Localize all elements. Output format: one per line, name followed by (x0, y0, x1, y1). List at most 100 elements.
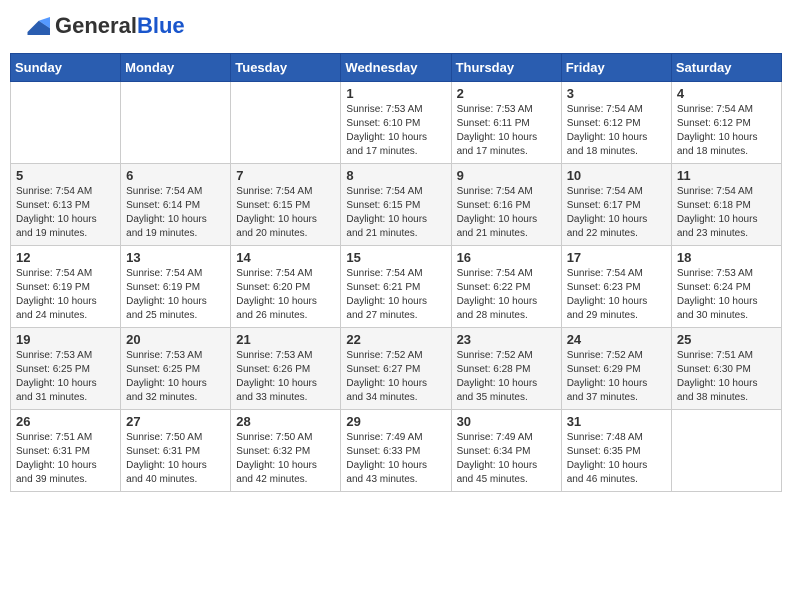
day-cell: 6 Sunrise: 7:54 AM Sunset: 6:14 PM Daylig… (121, 164, 231, 246)
day-info: Sunrise: 7:49 AM Sunset: 6:34 PM Dayligh… (457, 431, 556, 487)
day-info: Sunrise: 7:52 AM Sunset: 6:29 PM Dayligh… (567, 349, 666, 405)
day-info: Sunrise: 7:50 AM Sunset: 6:31 PM Dayligh… (126, 431, 225, 487)
day-info: Sunrise: 7:54 AM Sunset: 6:23 PM Dayligh… (567, 267, 666, 323)
day-number: 9 (457, 168, 556, 183)
day-info: Sunrise: 7:54 AM Sunset: 6:14 PM Dayligh… (126, 185, 225, 241)
day-info: Sunrise: 7:49 AM Sunset: 6:33 PM Dayligh… (346, 431, 445, 487)
day-cell: 29 Sunrise: 7:49 AM Sunset: 6:33 PM Dayli… (341, 410, 451, 492)
day-number: 8 (346, 168, 445, 183)
day-number: 10 (567, 168, 666, 183)
day-cell: 12 Sunrise: 7:54 AM Sunset: 6:19 PM Dayli… (11, 246, 121, 328)
day-number: 3 (567, 86, 666, 101)
day-number: 31 (567, 414, 666, 429)
day-number: 25 (677, 332, 776, 347)
day-number: 20 (126, 332, 225, 347)
day-cell: 20 Sunrise: 7:53 AM Sunset: 6:25 PM Dayli… (121, 328, 231, 410)
day-number: 30 (457, 414, 556, 429)
day-cell: 1 Sunrise: 7:53 AM Sunset: 6:10 PM Daylig… (341, 82, 451, 164)
weekday-header-sunday: Sunday (11, 54, 121, 82)
day-cell: 16 Sunrise: 7:54 AM Sunset: 6:22 PM Dayli… (451, 246, 561, 328)
day-number: 1 (346, 86, 445, 101)
day-info: Sunrise: 7:54 AM Sunset: 6:13 PM Dayligh… (16, 185, 115, 241)
week-row-2: 5 Sunrise: 7:54 AM Sunset: 6:13 PM Daylig… (11, 164, 782, 246)
weekday-header-tuesday: Tuesday (231, 54, 341, 82)
day-number: 29 (346, 414, 445, 429)
day-number: 27 (126, 414, 225, 429)
weekday-header-monday: Monday (121, 54, 231, 82)
day-number: 11 (677, 168, 776, 183)
day-info: Sunrise: 7:53 AM Sunset: 6:24 PM Dayligh… (677, 267, 776, 323)
day-info: Sunrise: 7:51 AM Sunset: 6:30 PM Dayligh… (677, 349, 776, 405)
day-cell (671, 410, 781, 492)
day-info: Sunrise: 7:54 AM Sunset: 6:19 PM Dayligh… (16, 267, 115, 323)
day-number: 22 (346, 332, 445, 347)
day-info: Sunrise: 7:52 AM Sunset: 6:27 PM Dayligh… (346, 349, 445, 405)
week-row-3: 12 Sunrise: 7:54 AM Sunset: 6:19 PM Dayli… (11, 246, 782, 328)
day-cell: 28 Sunrise: 7:50 AM Sunset: 6:32 PM Dayli… (231, 410, 341, 492)
day-info: Sunrise: 7:53 AM Sunset: 6:25 PM Dayligh… (126, 349, 225, 405)
day-number: 19 (16, 332, 115, 347)
logo: GeneralBlue (20, 15, 185, 38)
day-number: 7 (236, 168, 335, 183)
day-number: 13 (126, 250, 225, 265)
day-cell: 7 Sunrise: 7:54 AM Sunset: 6:15 PM Daylig… (231, 164, 341, 246)
day-cell: 25 Sunrise: 7:51 AM Sunset: 6:30 PM Dayli… (671, 328, 781, 410)
day-number: 15 (346, 250, 445, 265)
day-cell: 27 Sunrise: 7:50 AM Sunset: 6:31 PM Dayli… (121, 410, 231, 492)
day-info: Sunrise: 7:54 AM Sunset: 6:19 PM Dayligh… (126, 267, 225, 323)
day-cell: 23Sunrise: 7:52 AM Sunset: 6:28 PM Dayli… (451, 328, 561, 410)
calendar-table: SundayMondayTuesdayWednesdayThursdayFrid… (10, 53, 782, 492)
day-cell: 8 Sunrise: 7:54 AM Sunset: 6:15 PM Daylig… (341, 164, 451, 246)
day-info: Sunrise: 7:54 AM Sunset: 6:12 PM Dayligh… (567, 103, 666, 159)
day-number: 21 (236, 332, 335, 347)
week-row-4: 19 Sunrise: 7:53 AM Sunset: 6:25 PM Dayli… (11, 328, 782, 410)
day-info: Sunrise: 7:54 AM Sunset: 6:15 PM Dayligh… (346, 185, 445, 241)
day-number: 5 (16, 168, 115, 183)
day-info: Sunrise: 7:54 AM Sunset: 6:20 PM Dayligh… (236, 267, 335, 323)
day-cell: 18 Sunrise: 7:53 AM Sunset: 6:24 PM Dayli… (671, 246, 781, 328)
day-cell: 17 Sunrise: 7:54 AM Sunset: 6:23 PM Dayli… (561, 246, 671, 328)
day-cell: 30 Sunrise: 7:49 AM Sunset: 6:34 PM Dayli… (451, 410, 561, 492)
weekday-header-saturday: Saturday (671, 54, 781, 82)
day-cell: 24 Sunrise: 7:52 AM Sunset: 6:29 PM Dayli… (561, 328, 671, 410)
day-number: 6 (126, 168, 225, 183)
logo-general: General (55, 13, 137, 38)
day-number: 12 (16, 250, 115, 265)
day-cell: 15 Sunrise: 7:54 AM Sunset: 6:21 PM Dayli… (341, 246, 451, 328)
day-number: 4 (677, 86, 776, 101)
day-cell: 31 Sunrise: 7:48 AM Sunset: 6:35 PM Dayli… (561, 410, 671, 492)
day-info: Sunrise: 7:53 AM Sunset: 6:26 PM Dayligh… (236, 349, 335, 405)
day-cell: 19 Sunrise: 7:53 AM Sunset: 6:25 PM Dayli… (11, 328, 121, 410)
weekday-header-thursday: Thursday (451, 54, 561, 82)
day-number: 28 (236, 414, 335, 429)
logo-text: GeneralBlue (55, 13, 185, 38)
day-cell: 10Sunrise: 7:54 AM Sunset: 6:17 PM Dayli… (561, 164, 671, 246)
day-info: Sunrise: 7:54 AM Sunset: 6:12 PM Dayligh… (677, 103, 776, 159)
day-number: 18 (677, 250, 776, 265)
page-header: GeneralBlue (10, 10, 782, 43)
day-info: Sunrise: 7:54 AM Sunset: 6:21 PM Dayligh… (346, 267, 445, 323)
week-row-5: 26Sunrise: 7:51 AM Sunset: 6:31 PM Dayli… (11, 410, 782, 492)
day-info: Sunrise: 7:53 AM Sunset: 6:25 PM Dayligh… (16, 349, 115, 405)
day-cell: 5 Sunrise: 7:54 AM Sunset: 6:13 PM Daylig… (11, 164, 121, 246)
day-info: Sunrise: 7:50 AM Sunset: 6:32 PM Dayligh… (236, 431, 335, 487)
day-cell: 14Sunrise: 7:54 AM Sunset: 6:20 PM Dayli… (231, 246, 341, 328)
weekday-header-row: SundayMondayTuesdayWednesdayThursdayFrid… (11, 54, 782, 82)
day-cell: 3 Sunrise: 7:54 AM Sunset: 6:12 PM Daylig… (561, 82, 671, 164)
day-number: 24 (567, 332, 666, 347)
day-cell (121, 82, 231, 164)
day-cell: 21 Sunrise: 7:53 AM Sunset: 6:26 PM Dayli… (231, 328, 341, 410)
weekday-header-wednesday: Wednesday (341, 54, 451, 82)
day-number: 23 (457, 332, 556, 347)
day-info: Sunrise: 7:53 AM Sunset: 6:10 PM Dayligh… (346, 103, 445, 159)
day-number: 26 (16, 414, 115, 429)
day-number: 17 (567, 250, 666, 265)
day-number: 16 (457, 250, 556, 265)
day-info: Sunrise: 7:54 AM Sunset: 6:22 PM Dayligh… (457, 267, 556, 323)
day-cell: 4 Sunrise: 7:54 AM Sunset: 6:12 PM Daylig… (671, 82, 781, 164)
logo-icon (20, 17, 50, 35)
day-info: Sunrise: 7:48 AM Sunset: 6:35 PM Dayligh… (567, 431, 666, 487)
day-info: Sunrise: 7:54 AM Sunset: 6:16 PM Dayligh… (457, 185, 556, 241)
day-cell: 9 Sunrise: 7:54 AM Sunset: 6:16 PM Daylig… (451, 164, 561, 246)
day-info: Sunrise: 7:54 AM Sunset: 6:15 PM Dayligh… (236, 185, 335, 241)
